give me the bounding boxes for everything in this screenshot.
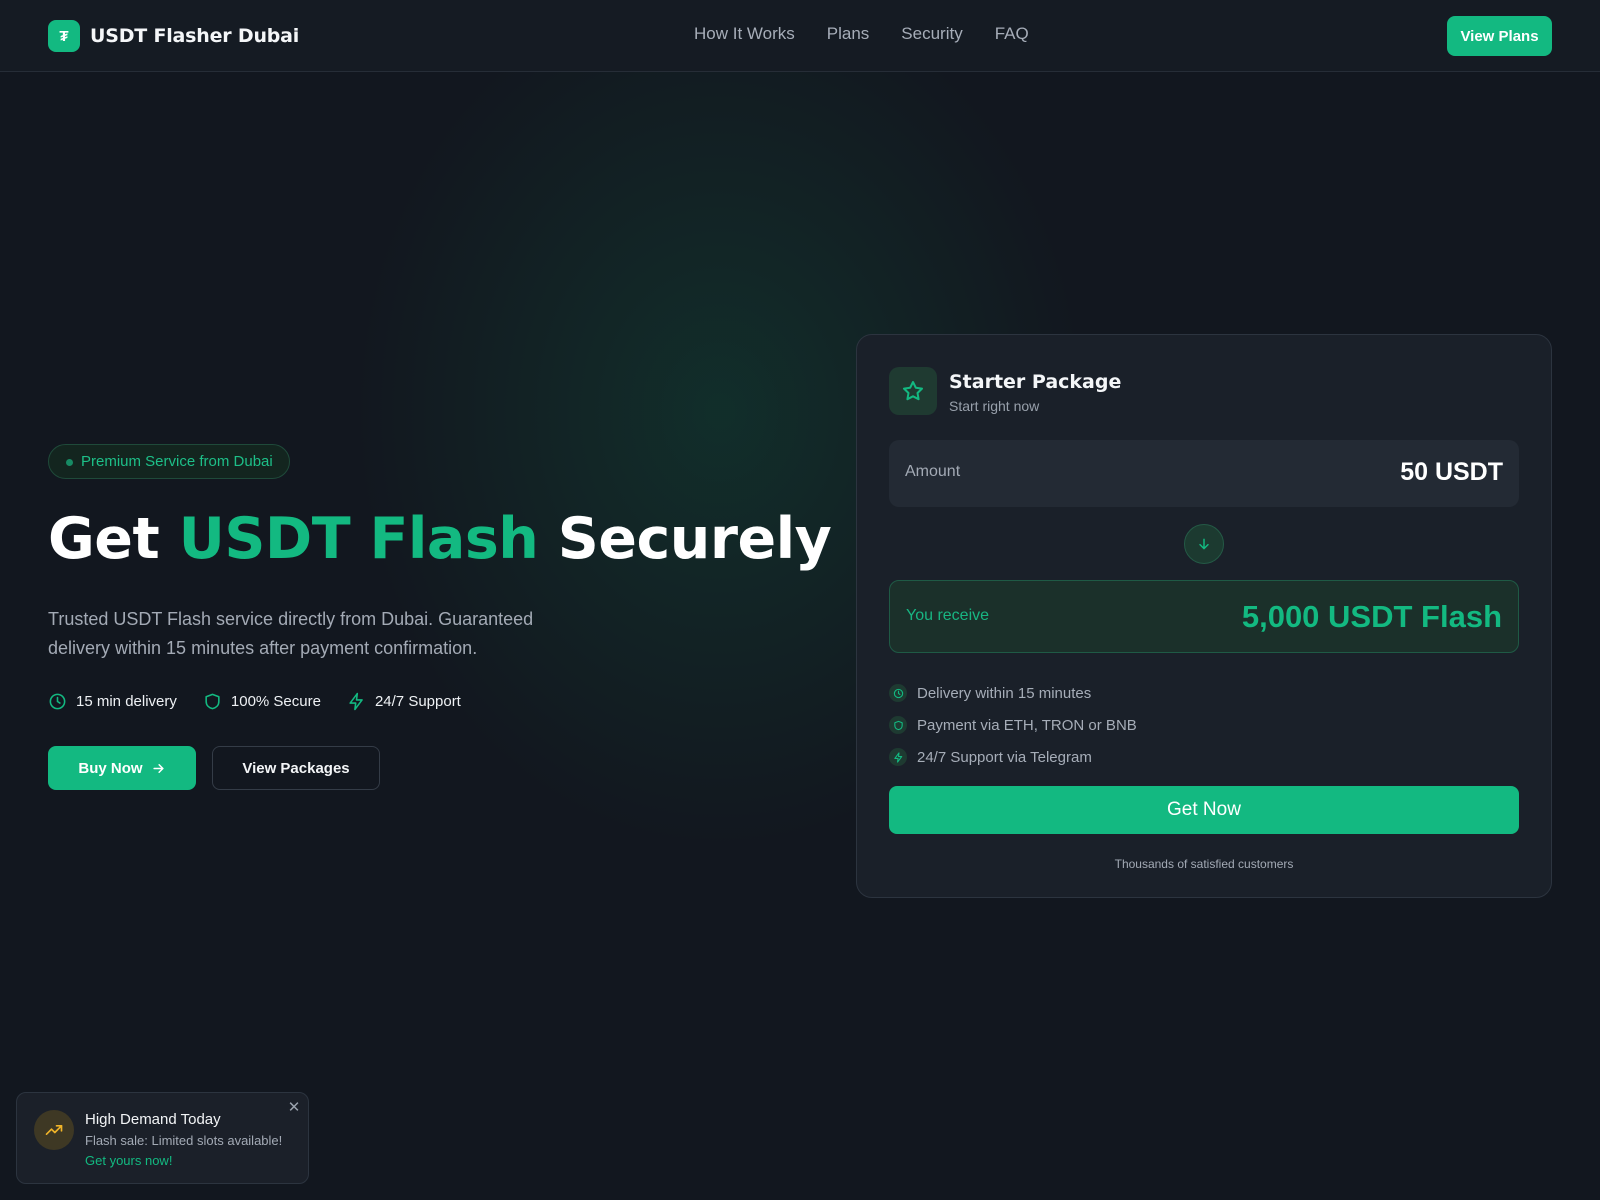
feature-support: 24/7 Support xyxy=(347,692,461,711)
headline-part2: Securely xyxy=(557,506,832,572)
badge-label: Premium Service from Dubai xyxy=(81,453,273,470)
feature-delivery: 15 min delivery xyxy=(48,692,177,711)
shield-icon xyxy=(889,716,907,734)
toast-link[interactable]: Get yours now! xyxy=(85,1153,172,1168)
view-packages-button[interactable]: View Packages xyxy=(212,746,380,790)
feature-secure: 100% Secure xyxy=(203,692,321,711)
toast-title: High Demand Today xyxy=(85,1111,221,1128)
card-footer-note: Thousands of satisfied customers xyxy=(1114,857,1294,871)
brand-name: USDT Flasher Dubai xyxy=(90,25,300,47)
trending-up-icon xyxy=(34,1110,74,1150)
list-item: Payment via ETH, TRON or BNB xyxy=(889,709,1137,741)
list-item-label: Payment via ETH, TRON or BNB xyxy=(917,716,1137,734)
list-item: Delivery within 15 minutes xyxy=(889,677,1137,709)
nav-security[interactable]: Security xyxy=(901,24,962,44)
feature-label: 100% Secure xyxy=(230,693,321,710)
clock-icon xyxy=(889,684,907,702)
close-icon[interactable]: ✕ xyxy=(285,1099,303,1117)
lightning-icon xyxy=(889,748,907,766)
site-header: ₮ USDT Flasher Dubai How It Works Plans … xyxy=(0,0,1600,72)
amount-value: 50 USDT xyxy=(1400,458,1503,486)
lightning-icon xyxy=(349,692,363,711)
tether-logo-icon: ₮ xyxy=(48,20,80,52)
amount-field[interactable]: Amount 50 USDT xyxy=(889,440,1519,507)
list-item-label: 24/7 Support via Telegram xyxy=(917,748,1092,766)
list-item-label: Delivery within 15 minutes xyxy=(917,684,1092,702)
card-subtitle: Start right now xyxy=(949,398,1040,414)
arrow-right-icon xyxy=(152,763,164,773)
receive-value: 5,000 USDT Flash xyxy=(1241,599,1502,634)
feature-list: 15 min delivery 100% Secure 24/7 Support xyxy=(48,692,461,711)
get-now-button[interactable]: Get Now xyxy=(889,786,1519,834)
view-plans-button[interactable]: View Plans xyxy=(1447,16,1552,56)
nav-plans[interactable]: Plans xyxy=(827,24,870,44)
feature-label: 15 min delivery xyxy=(76,693,177,710)
brand-logo[interactable]: ₮ USDT Flasher Dubai xyxy=(48,20,299,52)
badge-dot xyxy=(66,459,73,466)
demand-toast: High Demand Today Flash sale: Limited sl… xyxy=(16,1092,309,1184)
clock-icon xyxy=(49,693,66,710)
shield-icon xyxy=(205,693,220,710)
toast-text: Flash sale: Limited slots available! xyxy=(85,1133,283,1148)
receive-label: You receive xyxy=(906,607,990,624)
star-icon xyxy=(889,367,937,415)
hero-headline: Get USDT Flash Securely xyxy=(48,506,832,572)
buy-now-button[interactable]: Buy Now xyxy=(48,746,196,790)
headline-part1: Get xyxy=(48,506,160,572)
buy-now-label: Buy Now xyxy=(78,759,143,777)
headline-accent: USDT Flash xyxy=(178,506,539,572)
main-nav: How It Works Plans Security FAQ xyxy=(694,24,1029,44)
amount-label: Amount xyxy=(905,463,961,480)
hero-subtext: Trusted USDT Flash service directly from… xyxy=(48,609,534,658)
nav-how-it-works[interactable]: How It Works xyxy=(694,24,795,44)
receive-field: You receive 5,000 USDT Flash xyxy=(889,580,1519,653)
card-benefit-list: Delivery within 15 minutes Payment via E… xyxy=(889,677,1137,773)
premium-badge: Premium Service from Dubai xyxy=(48,444,290,479)
arrow-down-icon xyxy=(1184,524,1224,564)
card-title: Starter Package xyxy=(949,371,1122,393)
list-item: 24/7 Support via Telegram xyxy=(889,741,1137,773)
nav-faq[interactable]: FAQ xyxy=(995,24,1029,44)
feature-label: 24/7 Support xyxy=(374,693,461,710)
package-card: Starter Package Start right now Amount 5… xyxy=(856,334,1552,898)
